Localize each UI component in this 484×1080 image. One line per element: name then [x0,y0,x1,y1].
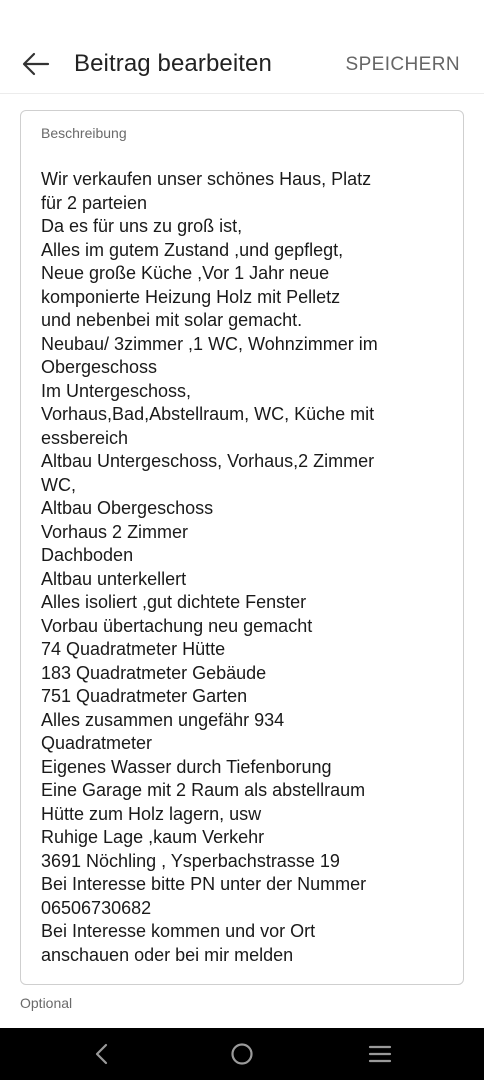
back-button[interactable] [16,44,56,84]
description-line: und nebenbei mit solar gemacht. [41,310,303,330]
nav-back-icon [95,1043,108,1065]
save-button[interactable]: SPEICHERN [346,54,460,76]
description-field[interactable]: Beschreibung Wir verkaufen unser schönes… [20,110,464,985]
description-line: Im Untergeschoss, [41,380,192,401]
description-line: Alles im gutem Zustand ,und gepflegt, [41,239,344,260]
page-title: Beitrag bearbeiten [74,50,272,77]
nav-recents-icon [368,1045,392,1063]
description-label: Beschreibung [41,125,127,141]
description-line: 751 Quadratmeter Garten [41,686,248,706]
description-line: Altbau Untergeschoss, Vorhaus,2 Zimmer [41,451,375,471]
description-line: Altbau unterkellert [41,568,187,589]
app-bar: Beitrag bearbeiten SPEICHERN [0,0,484,94]
description-line: Neubau/ 3zimmer ,1 WC, Wohnzimmer im [41,333,378,354]
description-line: komponierte Heizung Holz mit Pelletz [41,286,341,307]
arrow-left-icon [22,52,50,76]
system-navigation-bar [0,1028,484,1080]
description-line: Vorhaus,Bad,Abstellraum, WC, Küche mit [41,404,375,424]
description-line: Eigenes Wasser durch Tiefenborung [41,756,332,777]
description-line: Altbau Obergeschoss [41,498,214,518]
description-line: Vorhaus 2 Zimmer [41,521,189,542]
description-line: Alles zusammen ungefähr 934 [41,709,285,730]
description-line: Neue große Küche ,Vor 1 Jahr neue [41,263,330,283]
description-line: Wir verkaufen unser schönes Haus, Platz [41,169,372,189]
helper-text-optional: Optional [20,995,73,1011]
description-line: Dachboden [41,545,134,565]
description-line: essbereich [41,427,129,448]
description-line: 183 Quadratmeter Gebäude [41,662,267,683]
description-line: Bei Interesse kommen und vor Ort [41,921,316,941]
description-line: Alles isoliert ,gut dichtete Fenster [41,592,307,612]
description-line: Da es für uns zu groß ist, [41,216,243,236]
edit-post-screen: Beitrag bearbeiten SPEICHERN Beschreibun… [0,0,484,1080]
system-recents-button[interactable] [358,1038,402,1070]
description-line: Ruhige Lage ,kaum Verkehr [41,827,265,847]
system-home-button[interactable] [220,1038,264,1070]
description-line: anschauen oder bei mir melden [41,944,294,965]
description-line: Vorbau übertachung neu gemacht [41,615,313,636]
description-line: Bei Interesse bitte PN unter der Nummer [41,874,367,894]
description-line: 74 Quadratmeter Hütte [41,639,226,659]
description-line: Quadratmeter [41,733,153,753]
description-line: Obergeschoss [41,357,158,377]
description-line: Hütte zum Holz lagern, usw [41,803,262,824]
system-back-button[interactable] [80,1038,124,1070]
description-line: für 2 parteien [41,192,148,213]
description-line: WC, [41,474,76,495]
description-line: Eine Garage mit 2 Raum als abstellraum [41,780,366,800]
description-line: 06506730682 [41,897,152,918]
description-line: 3691 Nöchling , Ysperbachstrasse 19 [41,850,340,871]
description-input[interactable]: Wir verkaufen unser schönes Haus, Platz f… [41,168,451,967]
nav-home-icon [231,1043,253,1065]
